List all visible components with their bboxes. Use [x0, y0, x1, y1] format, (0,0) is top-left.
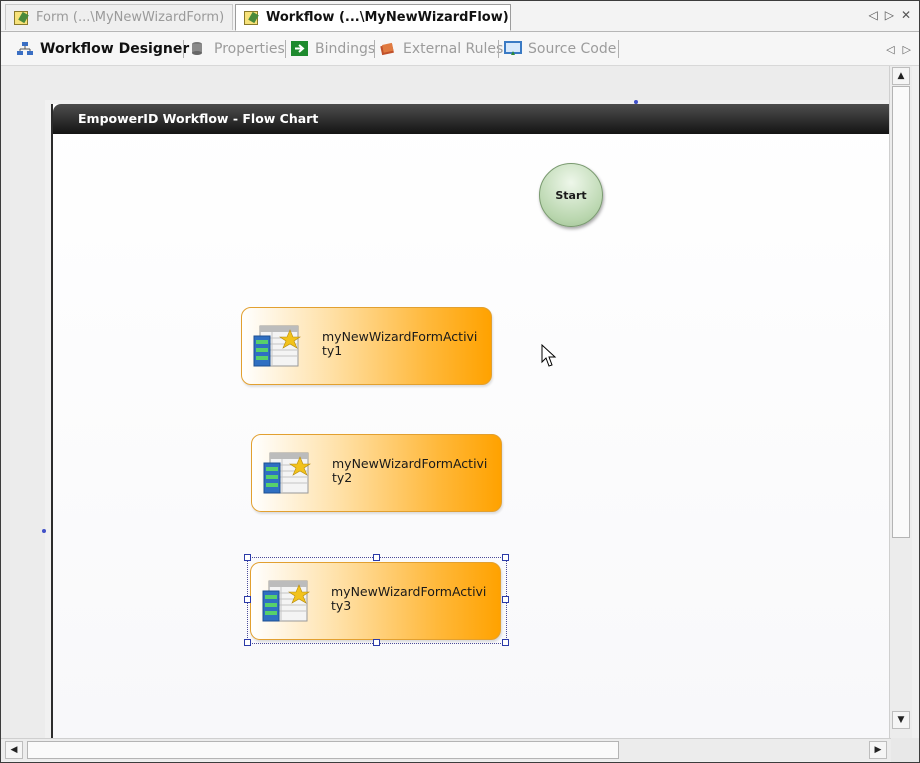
scroll-left-button[interactable]: ◀ — [5, 741, 23, 759]
tab-label: Workflow (...\MyNewWizardFlow) — [266, 10, 509, 25]
scroll-up-button[interactable]: ▲ — [892, 67, 910, 85]
tab-label: Properties — [214, 41, 285, 57]
designer-tree-icon — [16, 41, 34, 57]
tab-separator — [374, 40, 375, 58]
tab-label: Form (...\MyNewWizardForm) — [36, 10, 225, 25]
activity-label: myNewWizardFormActivity2 — [332, 456, 488, 485]
form-activity-icon — [263, 452, 311, 494]
tab-label: Bindings — [315, 41, 376, 57]
resize-handle[interactable] — [502, 639, 509, 646]
tab-bindings[interactable]: Bindings — [291, 38, 375, 60]
database-icon — [190, 41, 208, 57]
view-prev-icon[interactable]: ◁ — [886, 43, 894, 56]
green-arrow-icon — [291, 41, 309, 57]
scrollbar-corner — [891, 738, 919, 762]
workflow-editor-window: Form (...\MyNewWizardForm) Workflow (...… — [0, 0, 920, 763]
resize-handle[interactable] — [244, 596, 251, 603]
vertical-scrollbar[interactable]: ▲ ▼ — [889, 66, 912, 738]
tab-prev-icon[interactable]: ◁ — [868, 6, 877, 24]
tab-workflow-designer[interactable]: Workflow Designer — [16, 38, 189, 60]
tab-label: Workflow Designer — [40, 41, 190, 57]
resize-handle[interactable] — [244, 554, 251, 561]
tab-separator — [183, 40, 184, 58]
tab-external-rules[interactable]: External Rules — [379, 38, 503, 60]
resize-handle[interactable] — [502, 554, 509, 561]
rules-book-icon — [379, 41, 397, 57]
resize-handle[interactable] — [244, 639, 251, 646]
tab-label: Source Code — [528, 41, 617, 57]
vertical-scroll-thumb[interactable] — [892, 86, 910, 538]
tab-form-document[interactable]: Form (...\MyNewWizardForm) — [5, 4, 233, 30]
view-next-icon[interactable]: ▷ — [903, 43, 911, 56]
flowchart-title: EmpowerID Workflow - Flow Chart — [53, 104, 889, 134]
horizontal-scrollbar[interactable]: ◀ ▶ — [1, 738, 891, 761]
resize-handle[interactable] — [373, 554, 380, 561]
form-file-icon — [12, 10, 29, 25]
resize-handle[interactable] — [502, 596, 509, 603]
designer-view-tabs: Workflow Designer Properties Bindings Ex… — [1, 32, 919, 66]
workflow-file-icon — [242, 10, 259, 25]
designer-canvas[interactable]: EmpowerID Workflow - Flow Chart Start my… — [1, 66, 889, 738]
document-tab-strip: Form (...\MyNewWizardForm) Workflow (...… — [1, 1, 919, 32]
scroll-right-button[interactable]: ▶ — [869, 741, 887, 759]
tab-next-icon[interactable]: ▷ — [885, 6, 894, 24]
horizontal-scroll-thumb[interactable] — [27, 741, 619, 759]
activity-label: myNewWizardFormActivity1 — [322, 329, 478, 358]
start-node[interactable]: Start — [539, 163, 603, 227]
tab-source-code[interactable]: Source Code — [504, 38, 616, 60]
activity-node-1[interactable]: myNewWizardFormActivity1 — [241, 307, 492, 385]
tab-label: External Rules — [403, 41, 504, 57]
tab-separator — [285, 40, 286, 58]
selection-box — [244, 554, 509, 646]
flowchart-container: EmpowerID Workflow - Flow Chart Start my… — [51, 104, 889, 738]
tab-separator — [618, 40, 619, 58]
tab-navigation: ◁ ▷ ✕ — [868, 6, 911, 24]
close-icon[interactable]: ✕ — [901, 6, 911, 24]
mouse-cursor-icon — [541, 344, 557, 367]
view-tab-navigation: ◁ ▷ — [886, 43, 911, 56]
form-activity-icon — [253, 325, 301, 367]
source-code-icon — [504, 41, 522, 57]
activity-node-2[interactable]: myNewWizardFormActivity2 — [251, 434, 502, 512]
scroll-down-button[interactable]: ▼ — [892, 711, 910, 729]
tab-properties[interactable]: Properties — [190, 38, 285, 60]
resize-handle[interactable] — [373, 639, 380, 646]
tab-workflow-document[interactable]: Workflow (...\MyNewWizardFlow) — [235, 4, 511, 31]
tab-separator — [498, 40, 499, 58]
connection-anchor[interactable] — [42, 529, 46, 533]
